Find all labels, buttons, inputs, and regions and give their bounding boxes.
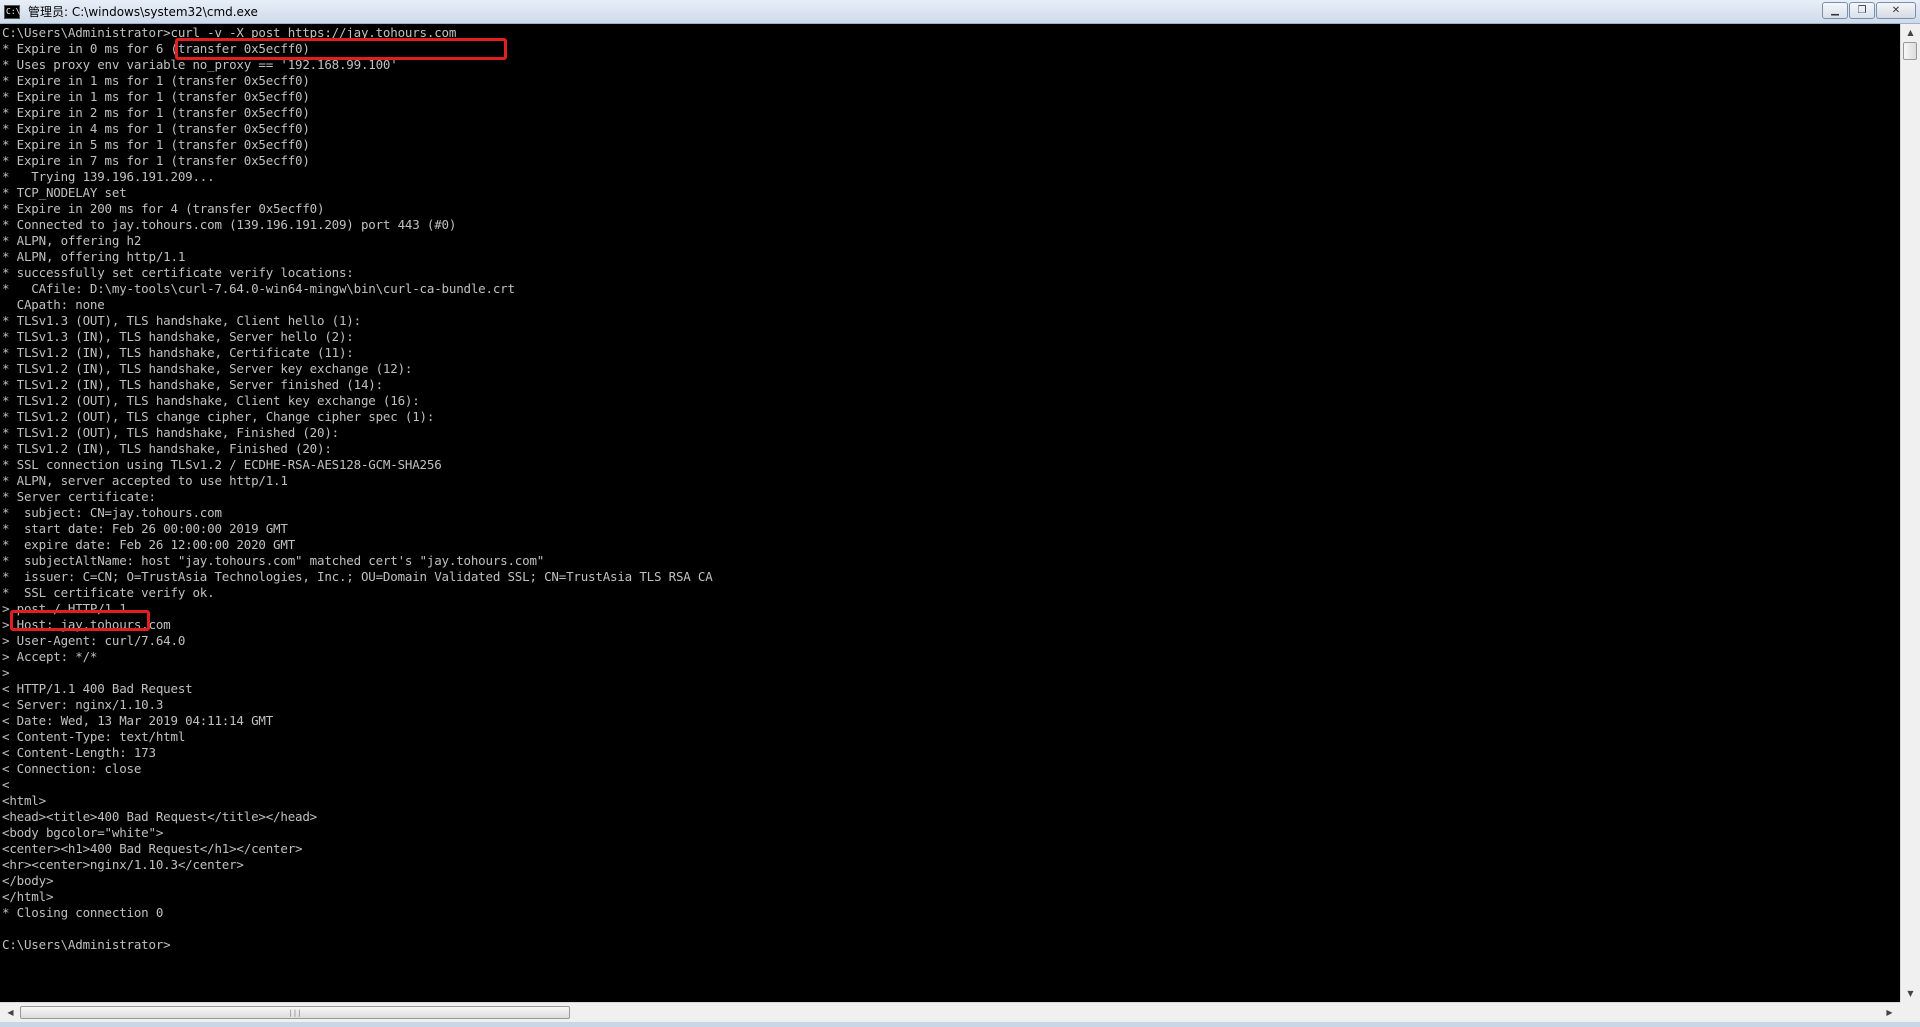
console-line: * TLSv1.2 (IN), TLS handshake, Certifica… — [2, 345, 354, 360]
console-line: > — [2, 665, 10, 680]
console-line: * ALPN, server accepted to use http/1.1 — [2, 473, 288, 488]
console-line: <html> — [2, 793, 46, 808]
console-line: > Accept: */* — [2, 649, 98, 664]
horizontal-scroll-thumb[interactable]: ||| — [20, 1006, 570, 1019]
console-line: * TLSv1.2 (IN), TLS handshake, Server fi… — [2, 377, 383, 392]
console-line: * Server certificate: — [2, 489, 156, 504]
console-line: * Expire in 1 ms for 1 (transfer 0x5ecff… — [2, 89, 310, 104]
close-icon: ✕ — [1891, 5, 1901, 16]
cmd-icon[interactable]: C:\ — [4, 4, 20, 19]
console-line: * Expire in 2 ms for 1 (transfer 0x5ecff… — [2, 105, 310, 120]
console-line: < Server: nginx/1.10.3 — [2, 697, 164, 712]
window-title: 管理员: C:\windows\system32\cmd.exe — [28, 5, 258, 19]
console-line: * Uses proxy env variable no_proxy == '1… — [2, 57, 398, 72]
console-line: <center><h1>400 Bad Request</h1></center… — [2, 841, 303, 856]
console-line: </html> — [2, 889, 54, 904]
console-line: * ALPN, offering http/1.1 — [2, 249, 186, 264]
console-line: < HTTP/1.1 400 Bad Request — [2, 681, 193, 696]
console-line: C:\Users\Administrator>curl -v -X post h… — [2, 25, 457, 40]
window-bottom-border — [0, 1022, 1920, 1027]
title-bar[interactable]: C:\ 管理员: C:\windows\system32\cmd.exe ▁ ❐… — [0, 0, 1920, 24]
console-line: < Connection: close — [2, 761, 142, 776]
scroll-grip-icon: ||| — [288, 1008, 302, 1017]
scrollbar-corner — [1900, 1002, 1920, 1022]
restore-icon: ❐ — [1857, 5, 1867, 16]
scroll-left-arrow-icon[interactable]: ◀ — [2, 1003, 19, 1022]
scroll-right-arrow-icon[interactable]: ▶ — [1881, 1003, 1898, 1022]
console-line: * Trying 139.196.191.209... — [2, 169, 215, 184]
console-line: <hr><center>nginx/1.10.3</center> — [2, 857, 244, 872]
console-output[interactable]: C:\Users\Administrator>curl -v -X post h… — [0, 24, 1900, 1002]
console-line: C:\Users\Administrator> — [2, 937, 171, 952]
console-line: * Expire in 5 ms for 1 (transfer 0x5ecff… — [2, 137, 310, 152]
console-line: * TLSv1.2 (OUT), TLS change cipher, Chan… — [2, 409, 435, 424]
console-line: * TLSv1.3 (OUT), TLS handshake, Client h… — [2, 313, 361, 328]
window-controls: ▁ ❐ ✕ — [1822, 2, 1916, 19]
console-line: * expire date: Feb 26 12:00:00 2020 GMT — [2, 537, 296, 552]
minimize-button[interactable]: ▁ — [1822, 2, 1848, 19]
console-line: * Expire in 200 ms for 4 (transfer 0x5ec… — [2, 201, 325, 216]
console-line: <body bgcolor="white"> — [2, 825, 164, 840]
console-line: * TLSv1.3 (IN), TLS handshake, Server he… — [2, 329, 354, 344]
console-line: * Connected to jay.tohours.com (139.196.… — [2, 217, 457, 232]
console-text: C:\Users\Administrator>curl -v -X post h… — [0, 24, 1900, 953]
console-line: < Date: Wed, 13 Mar 2019 04:11:14 GMT — [2, 713, 274, 728]
console-line: * Closing connection 0 — [2, 905, 164, 920]
console-line: * TLSv1.2 (OUT), TLS handshake, Finished… — [2, 425, 339, 440]
console-line: < Content-Type: text/html — [2, 729, 186, 744]
vertical-scroll-thumb[interactable] — [1903, 42, 1917, 60]
console-line: < — [2, 777, 10, 792]
restore-button[interactable]: ❐ — [1849, 2, 1875, 19]
minimize-icon: ▁ — [1831, 5, 1839, 16]
console-line: * start date: Feb 26 00:00:00 2019 GMT — [2, 521, 288, 536]
console-line: * subject: CN=jay.tohours.com — [2, 505, 222, 520]
console-line: > Host: jay.tohours.com — [2, 617, 171, 632]
console-line: * TLSv1.2 (IN), TLS handshake, Server ke… — [2, 361, 413, 376]
console-line: * successfully set certificate verify lo… — [2, 265, 354, 280]
console-line: * Expire in 1 ms for 1 (transfer 0x5ecff… — [2, 73, 310, 88]
console-line: * CAfile: D:\my-tools\curl-7.64.0-win64-… — [2, 281, 515, 296]
console-line: * TLSv1.2 (IN), TLS handshake, Finished … — [2, 441, 332, 456]
console-line: </body> — [2, 873, 54, 888]
console-line: * Expire in 4 ms for 1 (transfer 0x5ecff… — [2, 121, 310, 136]
console-line: * TLSv1.2 (OUT), TLS handshake, Client k… — [2, 393, 420, 408]
console-line: * SSL connection using TLSv1.2 / ECDHE-R… — [2, 457, 442, 472]
cmd-window: C:\ 管理员: C:\windows\system32\cmd.exe ▁ ❐… — [0, 0, 1920, 1027]
console-line: * Expire in 0 ms for 6 (transfer 0x5ecff… — [2, 41, 310, 56]
console-line: > post / HTTP/1.1 — [2, 601, 127, 616]
console-line: CApath: none — [2, 297, 105, 312]
console-line: * TCP_NODELAY set — [2, 185, 127, 200]
console-line: > User-Agent: curl/7.64.0 — [2, 633, 186, 648]
vertical-scrollbar[interactable]: ▲ ▼ — [1900, 24, 1920, 1002]
horizontal-scrollbar[interactable]: ◀ ||| ▶ — [0, 1002, 1900, 1022]
close-button[interactable]: ✕ — [1876, 2, 1916, 19]
console-line: * SSL certificate verify ok. — [2, 585, 215, 600]
console-line: * subjectAltName: host "jay.tohours.com"… — [2, 553, 545, 568]
scroll-up-arrow-icon[interactable]: ▲ — [1901, 24, 1920, 41]
console-line: * Expire in 7 ms for 1 (transfer 0x5ecff… — [2, 153, 310, 168]
console-line: * ALPN, offering h2 — [2, 233, 142, 248]
console-line: <head><title>400 Bad Request</title></he… — [2, 809, 318, 824]
scroll-down-arrow-icon[interactable]: ▼ — [1901, 985, 1920, 1002]
console-line: < Content-Length: 173 — [2, 745, 156, 760]
console-line: * issuer: C=CN; O=TrustAsia Technologies… — [2, 569, 713, 584]
